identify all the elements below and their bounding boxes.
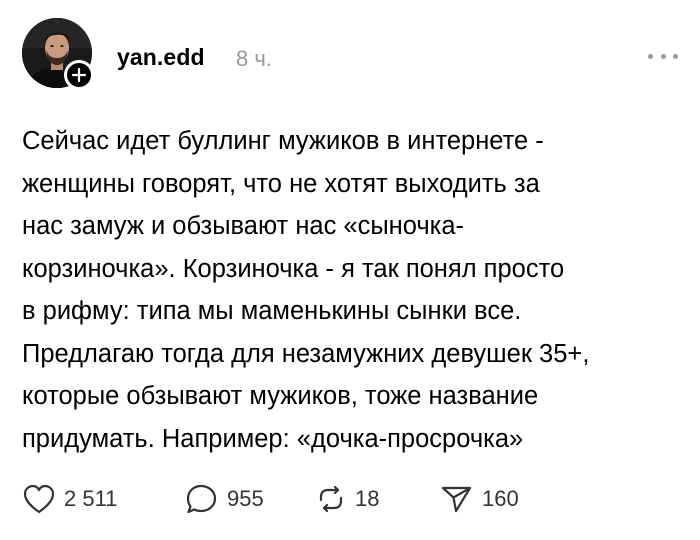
like-count: 2 511 (64, 486, 118, 511)
more-options-button[interactable] (648, 48, 678, 64)
username[interactable]: yan.edd (117, 44, 205, 71)
post-text-line: женщины говорят, что не хотят выходить з… (22, 169, 540, 198)
more-dots-icon (660, 53, 666, 59)
plus-icon (72, 68, 86, 82)
send-icon (441, 486, 472, 513)
share-button[interactable]: 160 (440, 482, 519, 516)
like-button[interactable]: 2 511 (22, 482, 117, 516)
reply-count: 955 (227, 486, 264, 511)
more-dots-icon (648, 53, 653, 59)
heart-icon (23, 484, 55, 514)
post-text-line: в рифму: типа мы маменькины сынки все. (22, 297, 522, 325)
post-text: Сейчас идет буллинг мужиков в интернете … (22, 120, 682, 460)
repost-count: 18 (355, 486, 380, 511)
post-text-line: нас замуж и обзывают нас «сыночка- (22, 212, 465, 240)
post-text-line: корзиночка». Корзиночка - я так понял пр… (22, 254, 565, 283)
action-bar: 2 511 955 18 160 (22, 482, 682, 516)
post-text-line: которые обзывают мужиков, тоже название (22, 382, 539, 410)
avatar-container[interactable] (22, 18, 94, 90)
post-text-line: придумать. Например: «дочка-просрочка» (22, 424, 524, 453)
repost-icon (319, 485, 343, 513)
post-text-line: Предлагаю тогда для незамужних девушек 3… (22, 339, 590, 368)
comment-icon (186, 484, 217, 514)
post: yan.edd 8 ч. Сейчас идет буллинг мужиков… (0, 0, 700, 540)
more-dots-icon (673, 53, 678, 59)
reply-button[interactable]: 955 (185, 482, 264, 516)
repost-button[interactable]: 18 (315, 482, 379, 516)
share-count: 160 (482, 486, 519, 511)
follow-button[interactable] (64, 60, 94, 90)
post-time: 8 ч. (236, 46, 272, 71)
post-text-line: Сейчас идет буллинг мужиков в интернете … (22, 127, 544, 155)
